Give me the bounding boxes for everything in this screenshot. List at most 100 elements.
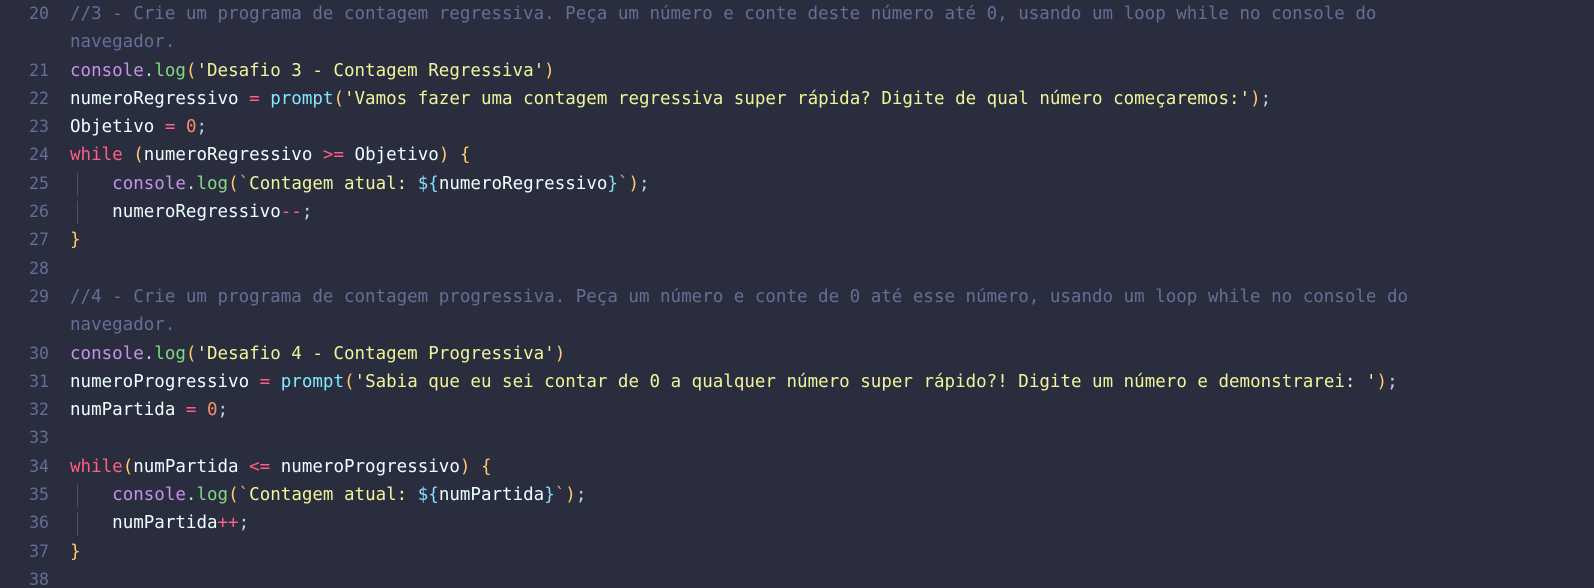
variable-token: numPartida (133, 456, 239, 477)
editor-line[interactable]: 31 numeroProgressivo = prompt('Sabia que… (0, 368, 1594, 396)
line-content[interactable]: numPartida++; (62, 509, 1594, 537)
line-content[interactable]: numeroRegressivo = prompt('Vamos fazer u… (62, 85, 1594, 113)
dot-token: . (185, 485, 197, 506)
line-content[interactable]: numeroProgressivo = prompt('Sabia que eu… (62, 368, 1594, 396)
variable-token: numeroRegressivo (112, 202, 281, 223)
editor-line[interactable]: 34 while(numPartida <= numeroProgressivo… (0, 453, 1594, 481)
string-token: 'Desafio 4 - Contagem Progressiva' (196, 343, 555, 364)
variable-token: numeroRegressivo (143, 145, 313, 166)
variable-token: numPartida (112, 513, 218, 534)
line-content[interactable]: //3 - Crie um programa de contagem regre… (62, 0, 1594, 57)
line-content[interactable]: console.log('Desafio 4 - Contagem Progre… (62, 340, 1594, 368)
editor-line[interactable]: 37 } (0, 538, 1594, 566)
builtin-token: prompt (270, 88, 334, 109)
interp-open-token: ${ (417, 173, 439, 194)
editor-line[interactable]: 29 //4 - Crie um programa de contagem pr… (0, 283, 1594, 340)
open-brace-token: { (480, 456, 492, 477)
line-content[interactable]: console.log('Desafio 3 - Contagem Regres… (62, 57, 1594, 85)
close-brace-token: } (70, 230, 81, 251)
line-content[interactable]: //4 - Crie um programa de contagem progr… (62, 283, 1594, 340)
object-token: console (112, 485, 186, 506)
editor-line[interactable]: 33 (0, 424, 1594, 452)
line-number: 31 (29, 371, 49, 391)
indent-guide (77, 484, 78, 508)
editor-line[interactable]: 36 numPartida++; (0, 509, 1594, 537)
line-number: 33 (29, 428, 49, 448)
comment-token-wrapped: navegador. (70, 315, 176, 336)
line-content[interactable]: Objetivo = 0; (62, 113, 1594, 141)
open-paren-token: ( (185, 60, 197, 81)
comment-token: //4 - Crie um programa de contagem progr… (70, 286, 1409, 307)
close-paren-token: ) (438, 145, 450, 166)
semicolon-token: ; (575, 485, 587, 506)
line-content[interactable]: } (62, 538, 1594, 566)
open-paren-token: ( (185, 343, 197, 364)
comment-token: //3 - Crie um programa de contagem regre… (70, 4, 1377, 24)
builtin-token: prompt (280, 371, 344, 392)
variable-token: numPartida (438, 485, 545, 506)
editor-line[interactable]: 22 numeroRegressivo = prompt('Vamos faze… (0, 85, 1594, 113)
interp-open-token: ${ (417, 485, 439, 506)
line-content[interactable]: console.log(`Contagem atual: ${numeroReg… (62, 170, 1594, 198)
indent-guide (77, 201, 78, 225)
editor-line[interactable]: 30 console.log('Desafio 4 - Contagem Pro… (0, 340, 1594, 368)
editor-line[interactable]: 21 console.log('Desafio 3 - Contagem Reg… (0, 57, 1594, 85)
interp-close-token: } (607, 173, 618, 194)
keyword-token: while (70, 456, 123, 477)
semicolon-token: ; (1260, 88, 1272, 109)
code-editor-pane[interactable]: 20 //3 - Crie um programa de contagem re… (0, 0, 1594, 588)
variable-token-2: numeroProgressivo (280, 456, 460, 477)
close-paren-token: ) (628, 173, 640, 194)
method-token: log (154, 60, 186, 81)
line-content[interactable]: while(numPartida <= numeroProgressivo) { (62, 453, 1594, 481)
assign-token: = (164, 117, 176, 138)
method-token: log (154, 343, 186, 364)
line-number: 21 (29, 60, 49, 80)
string-token: 'Desafio 3 - Contagem Regressiva' (196, 60, 545, 81)
number-token: 0 (185, 117, 197, 138)
string-token: Contagem atual: (249, 485, 418, 506)
string-token: 'Sabia que eu sei contar de 0 a qualquer… (354, 371, 1377, 392)
variable-token: numeroProgressivo (70, 371, 250, 392)
line-content[interactable]: console.log(`Contagem atual: ${numPartid… (62, 481, 1594, 509)
number-token: 0 (207, 400, 218, 421)
editor-line[interactable]: 25 console.log(`Contagem atual: ${numero… (0, 170, 1594, 198)
line-content[interactable]: } (62, 226, 1594, 254)
editor-line[interactable]: 32 numPartida = 0; (0, 396, 1594, 424)
backtick-open-token: ` (238, 173, 250, 194)
line-content[interactable]: numeroRegressivo--; (62, 198, 1594, 226)
editor-line[interactable]: 28 (0, 255, 1594, 283)
line-content[interactable]: while (numeroRegressivo >= Objetivo) { (62, 141, 1594, 169)
editor-line[interactable]: 26 numeroRegressivo--; (0, 198, 1594, 226)
editor-line[interactable]: 27 } (0, 226, 1594, 254)
string-token: Contagem atual: (249, 173, 418, 194)
dot-token: . (143, 343, 155, 364)
variable-token: numeroRegressivo (438, 173, 608, 194)
editor-line[interactable]: 35 console.log(`Contagem atual: ${numPar… (0, 481, 1594, 509)
indent-guide (77, 512, 78, 536)
backtick-close-token: ` (617, 173, 629, 194)
semicolon-token: ; (238, 513, 250, 534)
assign-token: = (259, 371, 271, 392)
editor-line[interactable]: 38 (0, 566, 1594, 588)
editor-line[interactable]: 23 Objetivo = 0; (0, 113, 1594, 141)
comment-token-wrapped: navegador. (70, 32, 176, 53)
line-number: 35 (29, 485, 49, 505)
semicolon-token: ; (1387, 371, 1398, 392)
editor-line[interactable]: 24 while (numeroRegressivo >= Objetivo) … (0, 141, 1594, 169)
line-content[interactable]: numPartida = 0; (62, 396, 1594, 424)
editor-line[interactable]: 20 //3 - Crie um programa de contagem re… (0, 0, 1594, 57)
operator-token: >= (322, 145, 344, 166)
operator-token: -- (280, 202, 302, 223)
semicolon-token: ; (301, 202, 313, 223)
